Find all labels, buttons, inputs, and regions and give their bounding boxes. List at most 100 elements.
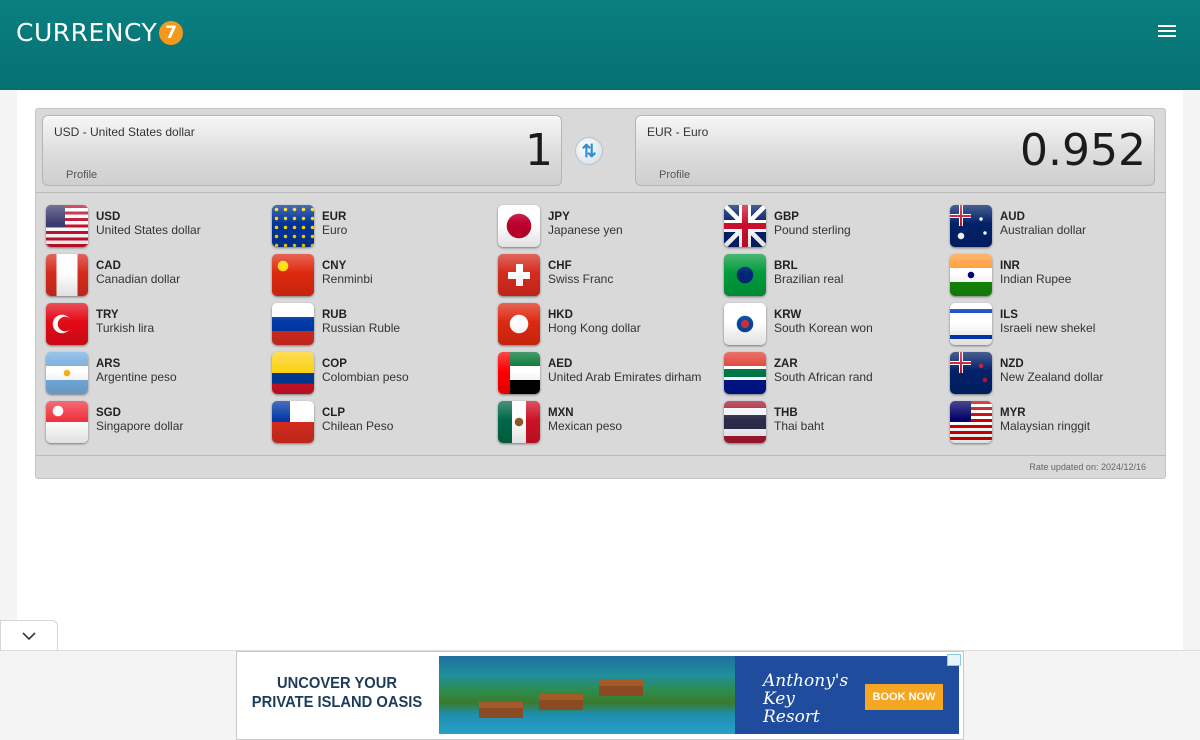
currency-code: ILS <box>1000 309 1018 321</box>
advertisement-banner[interactable]: UNCOVER YOUR PRIVATE ISLAND OASIS Anthon… <box>236 651 964 740</box>
currency-item-sgd[interactable]: SGD Singapore dollar <box>46 401 266 445</box>
zar-flag-icon <box>724 352 766 394</box>
swap-button[interactable]: ⇅ <box>575 137 603 165</box>
currency-item-gbp[interactable]: GBP Pound sterling <box>724 205 944 249</box>
currency-item-cny[interactable]: CNY Renminbi <box>272 254 492 298</box>
currency-name: Argentine peso <box>96 370 177 384</box>
currency-name: Canadian dollar <box>96 272 181 286</box>
myr-flag-icon <box>950 401 992 443</box>
logo-text: CURRENCY <box>16 18 158 47</box>
currency-code: ARS <box>96 358 121 370</box>
currency-code: CLP <box>322 407 345 419</box>
brl-flag-icon <box>724 254 766 296</box>
currency-name: Australian dollar <box>1000 223 1087 237</box>
currency-name: South African rand <box>774 370 873 384</box>
currency-code: EUR <box>322 211 347 223</box>
currency-code: KRW <box>774 309 802 321</box>
to-currency-label[interactable]: EUR - Euro <box>647 125 708 139</box>
currency-item-jpy[interactable]: JPY Japanese yen <box>498 205 718 249</box>
currency-name: Chilean Peso <box>322 419 394 433</box>
to-amount-box[interactable]: EUR - Euro Profile 0.952 <box>635 115 1155 186</box>
jpy-flag-icon <box>498 205 540 247</box>
currency-code: TRY <box>96 309 119 321</box>
currency-name: Brazilian real <box>774 272 844 286</box>
ad-logo-panel: Anthony's Key Resort BOOK NOW <box>735 656 959 734</box>
currency-code: CAD <box>96 260 121 272</box>
hamburger-icon[interactable] <box>1158 24 1176 38</box>
currency7-logo[interactable]: CURRENCY 7 <box>16 18 184 47</box>
aed-flag-icon <box>498 352 540 394</box>
currency-code: RUB <box>322 309 347 321</box>
from-amount-box[interactable]: USD - United States dollar Profile 1 <box>42 115 562 186</box>
aud-flag-icon <box>950 205 992 247</box>
currency-name: United States dollar <box>96 223 201 237</box>
currency-code: USD <box>96 211 121 223</box>
thb-flag-icon <box>724 401 766 443</box>
currency-item-zar[interactable]: ZAR South African rand <box>724 352 944 396</box>
book-now-button[interactable]: BOOK NOW <box>865 684 943 710</box>
currency-item-cop[interactable]: COP Colombian peso <box>272 352 492 396</box>
to-amount-value: 0.952 <box>1020 125 1146 176</box>
currency-name: Turkish lira <box>96 321 155 335</box>
currency-item-ils[interactable]: ILS Israeli new shekel <box>950 303 1170 347</box>
converter-panel: USD - United States dollar Profile 1 ⇅ E… <box>35 108 1166 479</box>
currency-item-thb[interactable]: THB Thai baht <box>724 401 944 445</box>
currency-item-eur[interactable]: EUR Euro <box>272 205 492 249</box>
currency-code: SGD <box>96 407 121 419</box>
currency-code: NZD <box>1000 358 1024 370</box>
from-profile-link[interactable]: Profile <box>66 169 97 181</box>
currency-code: AED <box>548 358 573 370</box>
currency-name: Russian Ruble <box>322 321 401 335</box>
currency-code: THB <box>774 407 798 419</box>
divider <box>36 192 1165 193</box>
currency-item-rub[interactable]: RUB Russian Ruble <box>272 303 492 347</box>
currency-item-clp[interactable]: CLP Chilean Peso <box>272 401 492 445</box>
currency-code: INR <box>1000 260 1020 272</box>
inr-flag-icon <box>950 254 992 296</box>
currency-name: Hong Kong dollar <box>548 321 641 335</box>
ad-headline: UNCOVER YOUR PRIVATE ISLAND OASIS <box>251 675 423 711</box>
currency-item-mxn[interactable]: MXN Mexican peso <box>498 401 718 445</box>
ad-brand-logo: Anthony's Key Resort <box>763 671 849 727</box>
currency-name: United Arab Emirates dirham <box>548 370 702 384</box>
collapse-ad-button[interactable] <box>0 620 58 650</box>
currency-item-inr[interactable]: INR Indian Rupee <box>950 254 1170 298</box>
currency-item-chf[interactable]: CHF Swiss Franc <box>498 254 718 298</box>
currency-item-aud[interactable]: AUD Australian dollar <box>950 205 1170 249</box>
currency-item-myr[interactable]: MYR Malaysian ringgit <box>950 401 1170 445</box>
currency-name: New Zealand dollar <box>1000 370 1104 384</box>
to-profile-link[interactable]: Profile <box>659 169 690 181</box>
ad-resort-image <box>439 656 735 734</box>
adchoices-icon[interactable] <box>947 654 961 666</box>
currency-name: Singapore dollar <box>96 419 184 433</box>
currency-item-cad[interactable]: CAD Canadian dollar <box>46 254 266 298</box>
from-amount-value[interactable]: 1 <box>525 123 553 179</box>
currency-name: South Korean won <box>774 321 873 335</box>
swap-arrows-icon: ⇅ <box>581 141 597 161</box>
currency-name: Euro <box>322 223 348 237</box>
rate-updated-text: Rate updated on: 2024/12/16 <box>1029 462 1146 472</box>
currency-item-nzd[interactable]: NZD New Zealand dollar <box>950 352 1170 396</box>
divider <box>36 455 1165 456</box>
currency-item-try[interactable]: TRY Turkish lira <box>46 303 266 347</box>
main-content: USD - United States dollar Profile 1 ⇅ E… <box>17 90 1183 650</box>
currency-code: ZAR <box>774 358 798 370</box>
try-flag-icon <box>46 303 88 345</box>
currency-item-hkd[interactable]: HKD Hong Kong dollar <box>498 303 718 347</box>
currency-item-usd[interactable]: USD United States dollar <box>46 205 266 249</box>
currency-item-aed[interactable]: AED United Arab Emirates dirham <box>498 352 718 396</box>
currency-code: GBP <box>774 211 799 223</box>
clp-flag-icon <box>272 401 314 443</box>
currency-code: COP <box>322 358 347 370</box>
ils-flag-icon <box>950 303 992 345</box>
rub-flag-icon <box>272 303 314 345</box>
currency-name: Colombian peso <box>322 370 409 384</box>
app-header: CURRENCY 7 <box>0 0 1200 90</box>
from-currency-label[interactable]: USD - United States dollar <box>54 125 195 139</box>
currency-code: BRL <box>774 260 798 272</box>
currency-item-ars[interactable]: ARS Argentine peso <box>46 352 266 396</box>
mxn-flag-icon <box>498 401 540 443</box>
currency-item-krw[interactable]: KRW South Korean won <box>724 303 944 347</box>
currency-item-brl[interactable]: BRL Brazilian real <box>724 254 944 298</box>
hkd-flag-icon <box>498 303 540 345</box>
